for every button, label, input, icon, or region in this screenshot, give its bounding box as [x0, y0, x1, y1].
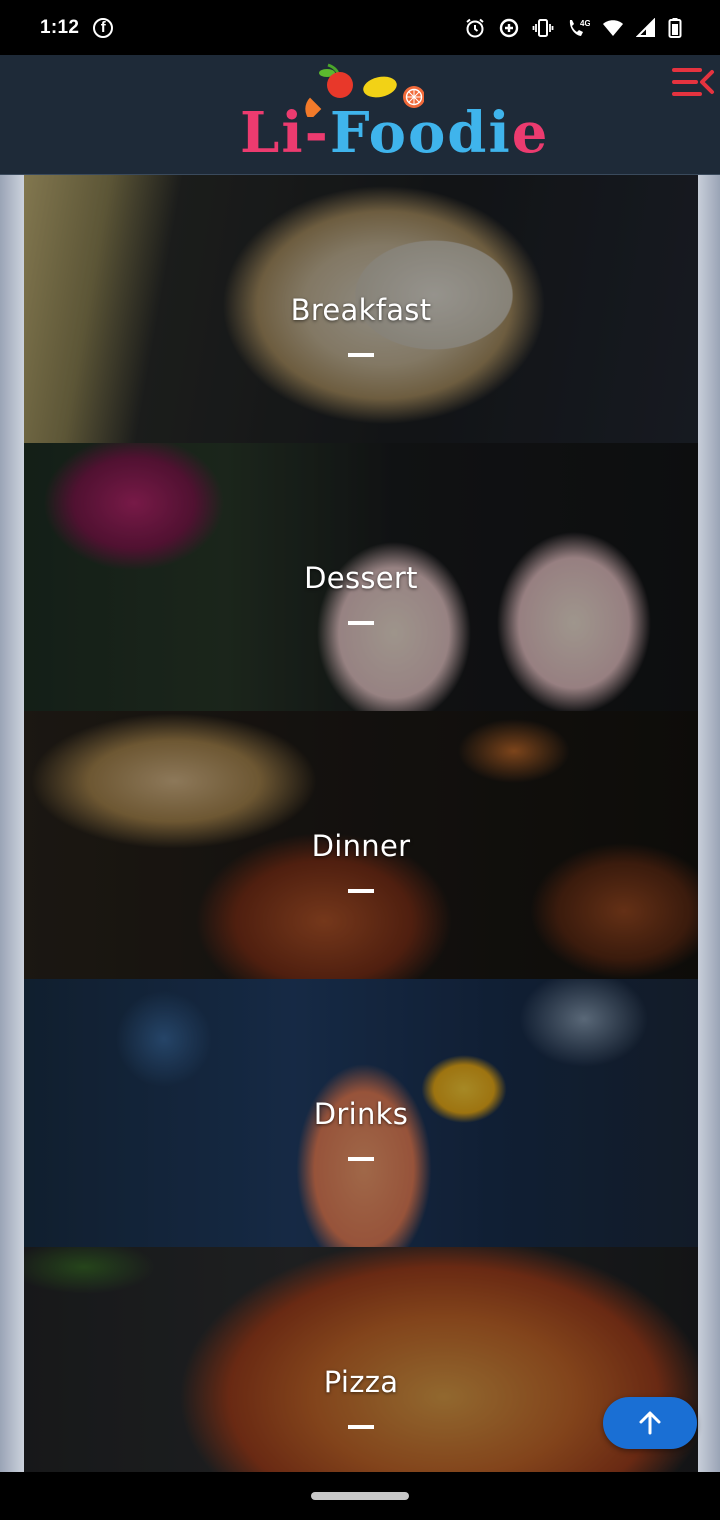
category-underline — [348, 1157, 374, 1161]
category-card-pizza[interactable]: Pizza — [24, 1247, 698, 1472]
category-title: Dessert — [304, 561, 418, 595]
category-title: Dinner — [311, 829, 411, 863]
category-list: Breakfast Dessert Dinner Drinks Pizza — [0, 175, 720, 1472]
alarm-icon — [466, 18, 484, 37]
menu-button[interactable] — [672, 65, 716, 99]
app-header: Li-Foodie — [0, 55, 720, 175]
battery-icon — [668, 17, 682, 38]
status-time: 1:12 — [40, 16, 80, 38]
category-underline — [348, 889, 374, 893]
category-title: Pizza — [323, 1365, 399, 1399]
category-card-drinks[interactable]: Drinks — [24, 979, 698, 1247]
scroll-to-top-button[interactable] — [603, 1397, 697, 1449]
category-card-dessert[interactable]: Dessert — [24, 443, 698, 711]
facebook-icon: f — [93, 17, 114, 38]
logo-text: Li-Foodie — [240, 103, 549, 163]
menu-collapse-icon — [672, 68, 714, 96]
signal-icon — [636, 17, 655, 37]
svg-text:4G: 4G — [580, 19, 590, 28]
data-saver-icon — [499, 18, 519, 37]
category-underline — [348, 621, 374, 625]
wifi-icon — [603, 19, 623, 36]
logo-text-li: Li- — [240, 100, 330, 166]
category-underline — [348, 1425, 374, 1429]
app-logo[interactable]: Li-Foodie — [236, 59, 547, 169]
home-indicator[interactable] — [311, 1492, 409, 1500]
system-nav-bar — [0, 1472, 720, 1520]
category-title: Breakfast — [290, 293, 432, 327]
logo-text-foodie: Foodi — [329, 100, 512, 166]
category-title: Drinks — [313, 1097, 409, 1131]
vibrate-icon — [532, 18, 554, 37]
logo-text-end: e — [511, 100, 550, 166]
arrow-up-icon — [639, 1411, 661, 1435]
category-underline — [348, 353, 374, 357]
category-card-dinner[interactable]: Dinner — [24, 711, 698, 979]
volte-call-icon: 4G — [569, 19, 590, 36]
status-bar: 1:12 f 4G — [0, 0, 720, 55]
category-card-breakfast[interactable]: Breakfast — [24, 175, 698, 443]
